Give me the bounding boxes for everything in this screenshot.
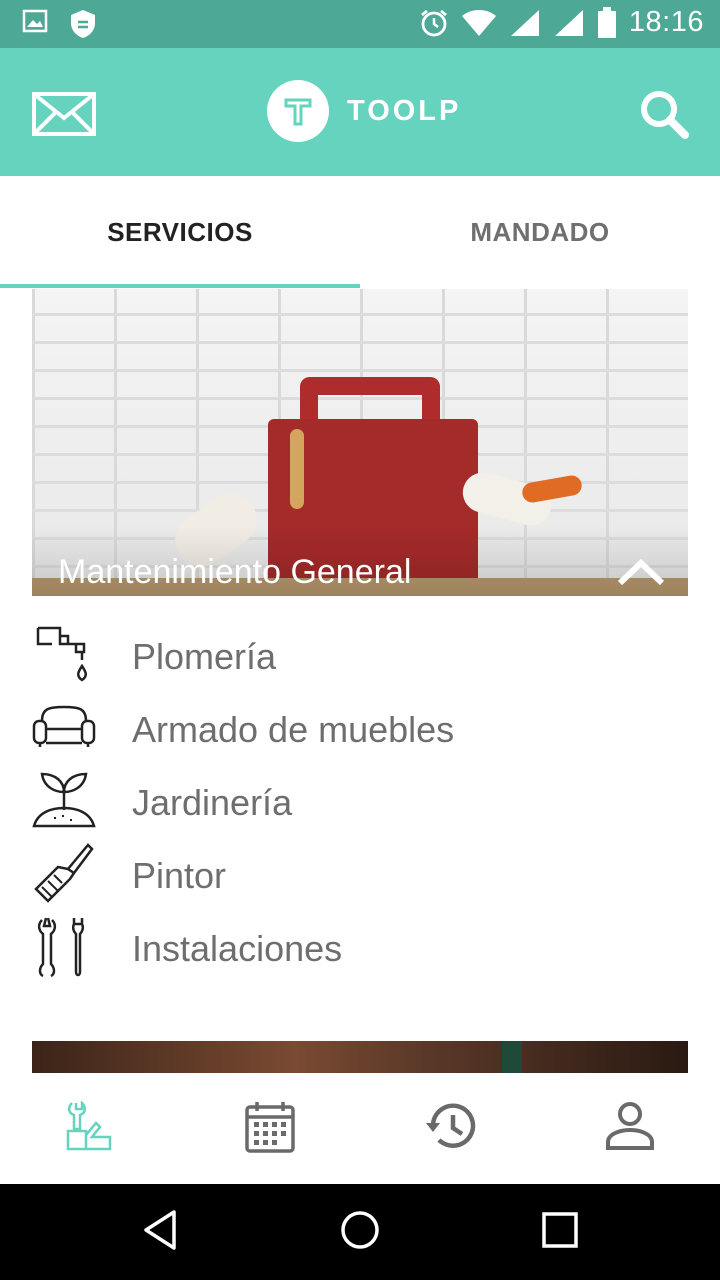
- system-nav-bar: [0, 1184, 720, 1280]
- history-icon[interactable]: [425, 1101, 477, 1151]
- tab-bar: SERVICIOS MANDADO: [0, 176, 720, 288]
- service-item-muebles[interactable]: Armado de muebles: [0, 695, 720, 768]
- tab-servicios[interactable]: SERVICIOS: [0, 176, 360, 288]
- category-title: Mantenimiento General: [58, 553, 412, 591]
- sprout-icon: [32, 772, 96, 828]
- paintbrush-icon: [34, 843, 94, 903]
- chevron-up-icon[interactable]: [616, 555, 666, 589]
- profile-icon[interactable]: [605, 1101, 655, 1151]
- category-card-next[interactable]: [32, 1041, 688, 1073]
- services-icon[interactable]: [66, 1101, 114, 1151]
- banner-image-detail: [502, 1041, 522, 1073]
- logo-mark: [267, 80, 329, 142]
- tab-mandado[interactable]: MANDADO: [360, 176, 720, 288]
- faucet-icon: [36, 626, 87, 682]
- tools-icon: [37, 917, 85, 978]
- status-bar: 18:16: [0, 0, 720, 48]
- service-label: Pintor: [132, 855, 227, 896]
- home-icon[interactable]: [338, 1208, 382, 1252]
- calendar-icon[interactable]: [245, 1101, 295, 1153]
- service-item-jardineria[interactable]: Jardinería: [0, 768, 720, 841]
- service-item-instalaciones[interactable]: Instalaciones: [0, 914, 720, 987]
- status-time: 18:16: [628, 6, 704, 38]
- logo-t-icon: [284, 98, 312, 126]
- tool-image: [520, 473, 584, 505]
- alarm-icon: [421, 9, 447, 36]
- service-item-plomeria[interactable]: Plomería: [0, 622, 720, 695]
- service-label: Jardinería: [132, 782, 293, 823]
- category-card-header[interactable]: Mantenimiento General: [32, 289, 688, 596]
- service-label: Plomería: [132, 636, 277, 677]
- image-icon: [22, 9, 48, 33]
- signal-icon: [554, 9, 583, 36]
- signal-icon: [510, 9, 539, 36]
- service-label: Instalaciones: [132, 928, 343, 969]
- tab-indicator: [0, 284, 360, 288]
- shield-icon: [71, 10, 95, 38]
- battery-icon: [597, 6, 616, 38]
- mail-icon[interactable]: [32, 92, 96, 136]
- app-logo: TOOLP: [267, 80, 461, 142]
- search-icon[interactable]: [638, 88, 690, 140]
- brand-name: TOOLP: [347, 94, 462, 127]
- service-item-pintor[interactable]: Pintor: [0, 841, 720, 914]
- brush-handle-image: [290, 429, 304, 509]
- back-icon[interactable]: [140, 1208, 180, 1252]
- sofa-icon: [32, 705, 96, 747]
- service-label: Armado de muebles: [132, 709, 455, 750]
- wifi-icon: [461, 9, 496, 36]
- bottom-nav: [0, 1073, 720, 1184]
- recents-icon[interactable]: [540, 1208, 580, 1252]
